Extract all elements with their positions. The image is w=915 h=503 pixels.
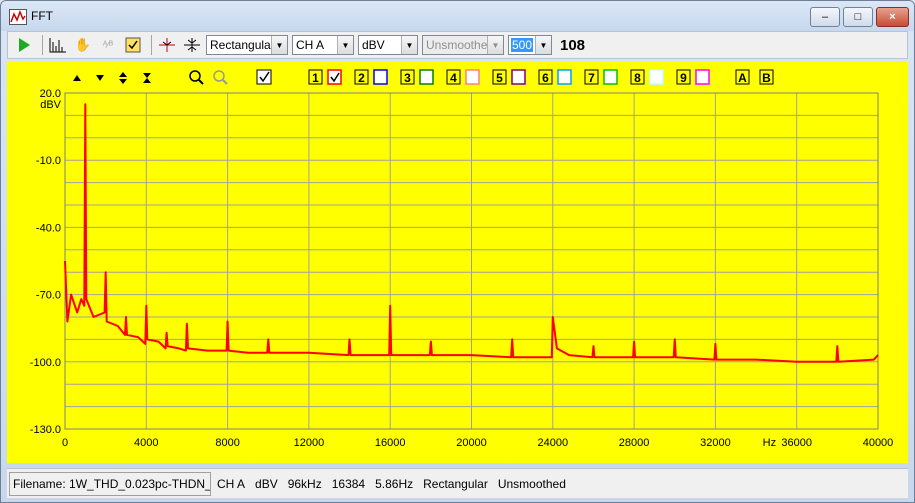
trace-6-checkbox [557, 69, 572, 85]
zoom-vertical-icon[interactable] [181, 35, 203, 55]
trace-2-label: 2 [358, 71, 365, 85]
status-resolution: 5.86Hz [375, 476, 414, 491]
x-tick-label: 8000 [215, 437, 239, 449]
chevron-down-icon: ▼ [487, 36, 503, 54]
fft-window: FFT – □ × ✋ ᴬ⁄ᴮ Rectangular ▼ CH A ▼ dBV ▼ … [0, 0, 915, 503]
trace-1-label: 1 [312, 71, 319, 85]
expand-up-icon [119, 72, 127, 77]
x-tick-label: 16000 [375, 437, 406, 449]
scroll-up-icon [73, 75, 81, 81]
status-sample-rate: 96kHz [287, 476, 322, 491]
x-tick-label: 28000 [619, 437, 650, 449]
y-tick-label: -10.0 [36, 155, 61, 167]
window-title: FFT [31, 9, 53, 23]
trace-9-label: 9 [680, 71, 687, 85]
close-button[interactable]: × [876, 7, 909, 27]
trace-6-label: 6 [542, 71, 549, 85]
status-fft-size: 16384 [331, 476, 366, 491]
smoothing-value: Unsmoothed [426, 38, 495, 52]
chevron-down-icon: ▼ [401, 36, 417, 54]
x-tick-label: 12000 [294, 437, 325, 449]
scroll-down-icon [96, 75, 104, 81]
zoom-in-icon-handle [198, 79, 204, 85]
trace-3-checkbox [419, 69, 434, 85]
trace-8-checkbox [649, 69, 664, 85]
trace-9-checkbox [695, 69, 710, 85]
cursor-cross-icon[interactable] [156, 35, 178, 55]
units-value: dBV [362, 38, 385, 52]
trace-5-checkbox [511, 69, 526, 85]
settings-check-icon[interactable] [122, 35, 144, 55]
memory-A-label: A [738, 71, 747, 85]
trace-7-label: 7 [588, 71, 595, 85]
trace-2-checkbox [373, 69, 388, 85]
window-function-value: Rectangular [210, 38, 275, 52]
compress-bottom-icon [143, 78, 151, 83]
average-count: 108 [560, 36, 586, 54]
units-select[interactable]: dBV ▼ [358, 35, 418, 55]
averages-value: 500 [511, 38, 534, 52]
x-tick-label: 20000 [456, 437, 487, 449]
trace-3-label: 3 [404, 71, 411, 85]
zoom-out-icon-handle [222, 79, 228, 85]
toolbar: ✋ ᴬ⁄ᴮ Rectangular ▼ CH A ▼ dBV ▼ Unsmoothed… [7, 31, 908, 59]
status-units: dBV [255, 476, 278, 491]
trace-8-label: 8 [634, 71, 641, 85]
status-filename: Filename: 1W_THD_0.023pc-THDN_0. [9, 471, 211, 496]
chevron-down-icon: ▼ [271, 36, 287, 54]
x-tick-label: 4000 [134, 437, 158, 449]
y-tick-label: -70.0 [36, 290, 61, 302]
spectrum-icon[interactable] [47, 35, 69, 55]
trace-1-checkbox [327, 69, 342, 85]
chevron-down-icon: ▼ [337, 36, 353, 54]
x-tick-label: 0 [62, 437, 68, 449]
trace-4-label: 4 [450, 71, 457, 85]
x-tick-label: 24000 [538, 437, 569, 449]
averages-select[interactable]: 500 ▼ [508, 35, 552, 55]
x-tick-label: 32000 [700, 437, 731, 449]
chevron-down-icon: ▼ [535, 36, 551, 54]
x-tick-label: 36000 [781, 437, 812, 449]
channel-value: CH A [296, 38, 325, 52]
status-window: Rectangular [423, 476, 488, 491]
app-icon [9, 9, 27, 25]
trace-5-label: 5 [496, 71, 503, 85]
trace-7-checkbox [603, 69, 618, 85]
window-function-select[interactable]: Rectangular ▼ [206, 35, 288, 55]
title-bar[interactable]: FFT – □ × [1, 1, 914, 31]
zoom-out-icon [213, 70, 225, 82]
ab-compare-icon[interactable]: ᴬ⁄ᴮ [97, 35, 119, 55]
memory-B-label: B [762, 71, 771, 85]
hand-icon[interactable]: ✋ [72, 35, 94, 55]
y-tick-label: -130.0 [30, 424, 61, 436]
fft-plot[interactable]: 1 2 3 4 5 6 7 8 9 A B 0 4000 8000 12000 16000 20000 24000… [7, 61, 908, 463]
x-axis-label: Hz [763, 437, 776, 449]
status-bar: Filename: 1W_THD_0.023pc-THDN_0. CH A dB… [7, 468, 908, 498]
fft-chart: 1 2 3 4 5 6 7 8 9 A B 0 4000 8000 12000 16000 20000 24000… [30, 69, 894, 449]
compress-top-icon [143, 73, 151, 78]
y-tick-label: 20.0 [40, 88, 61, 100]
trace-4-checkbox [465, 69, 480, 85]
zoom-in-icon [189, 70, 201, 82]
y-tick-label: -100.0 [30, 357, 61, 369]
status-channel: CH A [217, 476, 246, 491]
status-smoothing: Unsmoothed [497, 476, 566, 491]
y-tick-label: -40.0 [36, 222, 61, 234]
maximize-button[interactable]: □ [843, 7, 873, 27]
x-tick-label: 40000 [863, 437, 894, 449]
y-axis-label: dBV [40, 99, 61, 111]
minimize-button[interactable]: – [810, 7, 840, 27]
toolbar-separator [42, 35, 43, 55]
play-icon[interactable] [13, 35, 35, 55]
channel-select[interactable]: CH A ▼ [292, 35, 354, 55]
toolbar-separator [151, 35, 152, 55]
expand-down-icon [119, 79, 127, 84]
smoothing-select[interactable]: Unsmoothed ▼ [422, 35, 504, 55]
